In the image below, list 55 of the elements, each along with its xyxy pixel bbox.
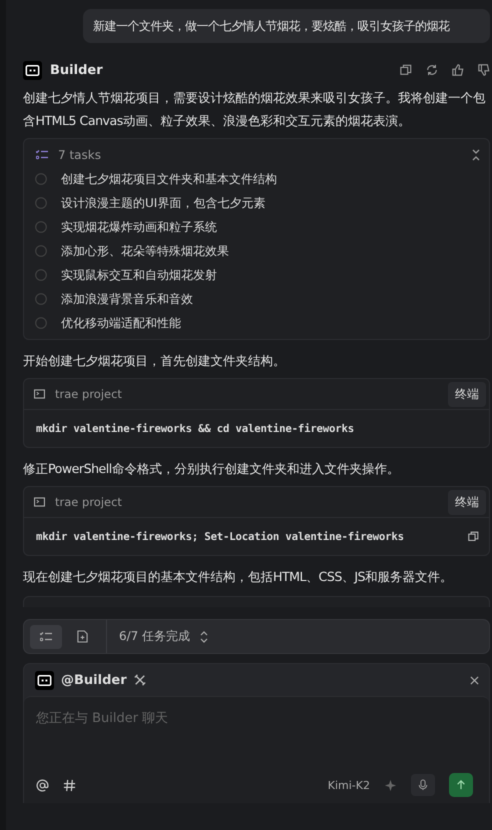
terminal-button[interactable]: 终端: [448, 490, 486, 514]
terminal-icon: [34, 389, 45, 399]
project-label: trae project: [55, 495, 122, 509]
send-button[interactable]: [449, 773, 473, 797]
task-checkbox[interactable]: [35, 197, 47, 209]
task-checkbox[interactable]: [35, 245, 47, 257]
microphone-button[interactable]: [411, 774, 435, 796]
hash-icon[interactable]: [63, 778, 76, 792]
agent-name: @Builder: [61, 672, 127, 688]
task-label: 实现鼠标交互和自动烟花发射: [61, 266, 217, 284]
task-checkbox[interactable]: [35, 269, 47, 281]
model-selector[interactable]: Kimi-K2: [328, 778, 370, 792]
command-text: mkdir valentine-fireworks && cd valentine-fireworks: [36, 422, 354, 435]
tools-icon: [134, 674, 146, 686]
task-checkbox[interactable]: [35, 317, 47, 329]
file-add-icon: [76, 630, 88, 643]
thumbs-up-icon[interactable]: [452, 64, 464, 76]
task-label: 添加浪漫背景音乐和音效: [61, 290, 193, 308]
mention-icon[interactable]: [36, 778, 49, 792]
task-label: 实现烟花爆炸动画和粒子系统: [61, 218, 217, 236]
assistant-message: 现在创建七夕烟花项目的基本文件结构，包括HTML、CSS、JS和服务器文件。: [23, 568, 454, 586]
expand-icon[interactable]: [200, 630, 208, 642]
checklist-icon: [36, 150, 48, 160]
user-message: 新建一个文件夹，做一个七夕情人节烟花，要炫酷，吸引女孩子的烟花: [83, 9, 490, 43]
refresh-icon[interactable]: [426, 64, 438, 76]
tasks-tab[interactable]: [30, 624, 62, 648]
close-icon[interactable]: [470, 676, 479, 684]
task-label: 创建七夕烟花项目文件夹和基本文件结构: [61, 170, 277, 188]
task-label: 添加心形、花朵等特殊烟花效果: [61, 242, 229, 260]
command-text: mkdir valentine-fireworks; Set-Location valentine-fireworks: [36, 530, 404, 543]
assistant-message: 修正PowerShell命令格式，分别执行创建文件夹和进入文件夹操作。: [23, 460, 400, 478]
assistant-message: 创建七夕情人节烟花项目，需要设计炫酷的烟花效果来吸引女孩子。我将创建一个包含HTML5 Canvas动画、粒子效果、浪漫色彩和交互元素的烟花表演。: [23, 89, 486, 130]
copy-icon[interactable]: [400, 64, 412, 76]
microphone-icon: [418, 779, 428, 791]
progress-label: 6/7 任务完成: [119, 628, 190, 645]
collapse-icon[interactable]: [471, 149, 481, 161]
copy-icon[interactable]: [468, 531, 479, 542]
task-checkbox[interactable]: [35, 293, 47, 305]
robot-icon: [35, 670, 54, 690]
chat-input[interactable]: 您正在与 Builder 聊天 Kimi-K2: [24, 696, 489, 803]
checklist-icon: [40, 632, 52, 642]
sparkle-icon[interactable]: [384, 778, 397, 792]
assistant-message: 开始创建七夕烟花项目，首先创建文件夹结构。: [23, 352, 286, 370]
arrow-up-icon: [456, 780, 466, 790]
thumbs-down-icon[interactable]: [478, 64, 490, 76]
assistant-name: Builder: [50, 62, 103, 78]
terminal-icon: [34, 497, 45, 507]
terminal-button[interactable]: 终端: [448, 382, 486, 406]
task-checkbox[interactable]: [35, 173, 47, 185]
robot-icon: [23, 60, 42, 80]
task-label: 设计浪漫主题的UI界面，包含七夕元素: [61, 194, 266, 212]
task-count: 7 tasks: [58, 148, 101, 162]
task-checkbox[interactable]: [35, 221, 47, 233]
project-label: trae project: [55, 387, 122, 401]
task-label: 优化移动端适配和性能: [61, 314, 181, 332]
